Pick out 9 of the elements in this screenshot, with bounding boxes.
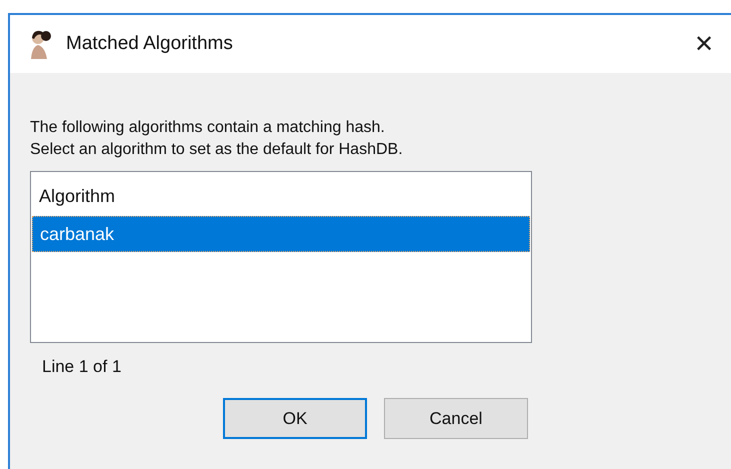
window-title: Matched Algorithms: [66, 33, 234, 55]
line-count-text: Line 1 of 1: [42, 357, 122, 377]
dialog-button[interactable]: Cancel: [384, 398, 528, 439]
close-button[interactable]: ✕: [681, 24, 727, 64]
person-icon: [28, 29, 54, 59]
instruction-text: The following algorithms contain a matching hash. Select an algorithm to set as the default for HashDB.: [30, 118, 404, 160]
column-header: Algorithm: [38, 185, 116, 208]
dialog-button[interactable]: OK: [223, 398, 367, 439]
list-item[interactable]: carbanak: [32, 216, 530, 252]
